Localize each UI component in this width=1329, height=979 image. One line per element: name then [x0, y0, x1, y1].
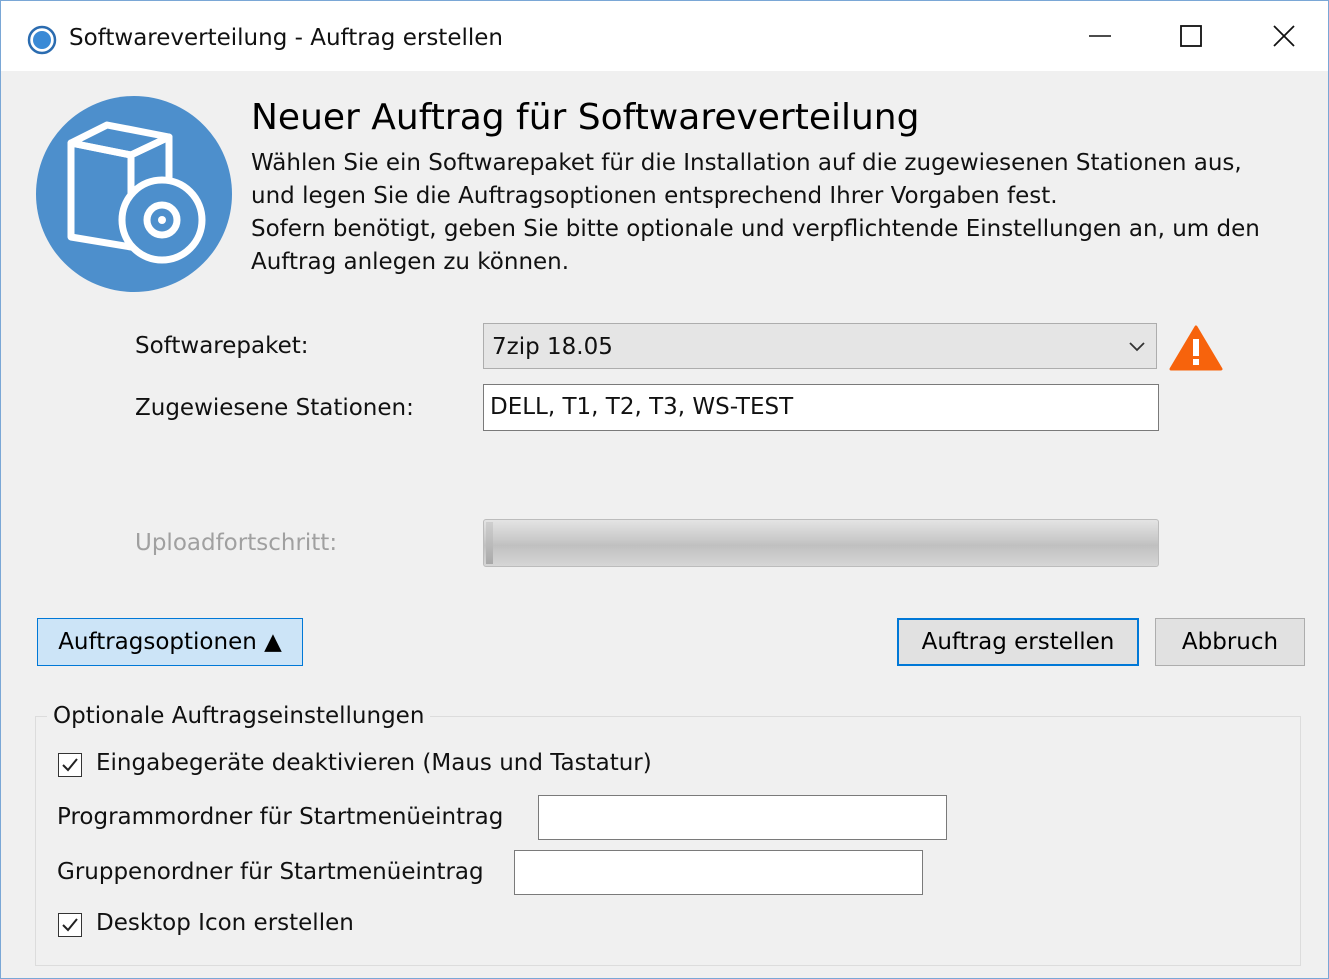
stations-field[interactable]: DELL, T1, T2, T3, WS-TEST	[483, 384, 1159, 431]
chevron-down-icon	[1129, 342, 1145, 352]
checkmark-icon	[62, 918, 78, 932]
checkmark-icon	[62, 758, 78, 772]
window-title: Softwareverteilung - Auftrag erstellen	[69, 25, 503, 51]
package-select-value: 7zip 18.05	[492, 334, 613, 360]
minimize-icon	[1089, 35, 1111, 37]
close-button[interactable]	[1237, 1, 1328, 71]
program-folder-label: Programmordner für Startmenüeintrag	[57, 804, 504, 830]
group-folder-label: Gruppenordner für Startmenüeintrag	[57, 859, 484, 885]
maximize-icon	[1180, 25, 1202, 47]
package-label: Softwarepaket:	[135, 333, 309, 359]
circle-app-icon	[27, 25, 57, 55]
stations-value: DELL, T1, T2, T3, WS-TEST	[490, 394, 794, 420]
header-description: Wählen Sie ein Softwarepaket für die Ins…	[251, 147, 1311, 279]
package-select[interactable]: 7zip 18.05	[483, 323, 1157, 369]
maximize-button[interactable]	[1144, 1, 1238, 71]
desktop-icon-checkbox[interactable]	[58, 913, 82, 937]
description-line: Wählen Sie ein Softwarepaket für die Ins…	[251, 150, 1242, 176]
disable-input-checkbox[interactable]	[58, 753, 82, 777]
cancel-button[interactable]: Abbruch	[1155, 618, 1305, 666]
close-icon	[1273, 25, 1295, 47]
minimize-button[interactable]	[1053, 1, 1147, 71]
upload-progress-bar	[483, 519, 1159, 567]
upload-progress-fill	[486, 522, 493, 564]
dialog-window: Softwareverteilung - Auftrag erstellen N…	[0, 0, 1329, 979]
stations-label: Zugewiesene Stationen:	[135, 395, 414, 421]
page-title: Neuer Auftrag für Softwareverteilung	[251, 97, 920, 138]
title-bar: Softwareverteilung - Auftrag erstellen	[1, 1, 1328, 71]
program-folder-input[interactable]	[538, 795, 947, 840]
description-line: Auftrag anlegen zu können.	[251, 249, 570, 275]
group-folder-input[interactable]	[514, 850, 923, 895]
desktop-icon-label: Desktop Icon erstellen	[96, 910, 354, 936]
disable-input-label: Eingabegeräte deaktivieren (Maus und Tas…	[96, 750, 652, 776]
description-line: und legen Sie die Auftragsoptionen entsp…	[251, 183, 1058, 209]
group-title: Optionale Auftragseinstellungen	[47, 703, 431, 729]
warning-triangle-icon	[1169, 325, 1223, 371]
options-toggle-button[interactable]: Auftragsoptionen ▲	[37, 618, 303, 666]
description-line: Sofern benötigt, geben Sie bitte optiona…	[251, 216, 1260, 242]
software-package-disc-icon	[36, 96, 232, 292]
create-job-button[interactable]: Auftrag erstellen	[897, 618, 1139, 666]
upload-label: Uploadfortschritt:	[135, 530, 338, 556]
